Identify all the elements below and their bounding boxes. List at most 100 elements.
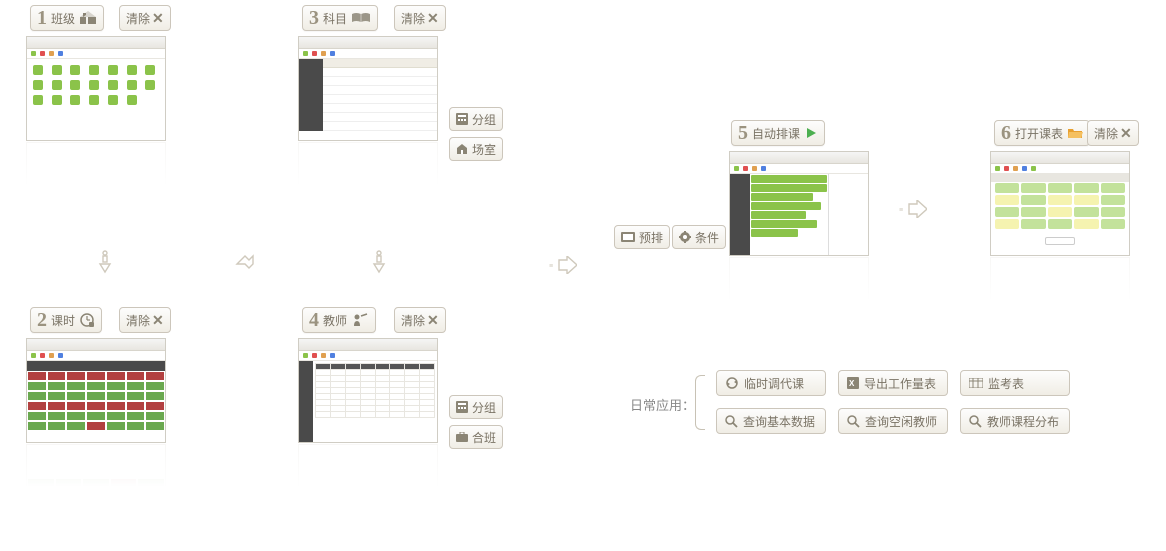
room-button[interactable]: 场室 — [449, 137, 503, 161]
calendar-icon — [621, 232, 635, 242]
step-1-number: 1 — [37, 7, 47, 30]
step-6-reflection — [990, 257, 1130, 317]
thumb-body — [299, 361, 437, 442]
step-2-reflection — [26, 444, 166, 504]
action-label: 导出工作量表 — [864, 375, 936, 392]
svg-text:≡: ≡ — [899, 207, 903, 214]
group-button[interactable]: 分组 — [449, 107, 503, 131]
gear-icon — [679, 231, 691, 243]
merge-class-button[interactable]: 合班 — [449, 425, 503, 449]
step-2-number: 2 — [37, 309, 47, 332]
search-icon — [725, 415, 738, 428]
calculator-icon — [456, 113, 468, 125]
thumb-body — [27, 59, 165, 140]
step-3-reflection — [298, 142, 438, 202]
step-3-number: 3 — [309, 7, 319, 30]
clock-icon — [79, 312, 95, 328]
preschedule-button[interactable]: 预排 — [614, 225, 670, 249]
svg-text:X: X — [849, 379, 855, 388]
thumb-toolbar — [730, 164, 868, 174]
teacher-course-dist-button[interactable]: 教师课程分布 — [960, 408, 1070, 434]
search-icon — [847, 415, 860, 428]
action-label: 临时调代课 — [744, 375, 804, 392]
step-4-reflection — [298, 444, 438, 504]
arrow-down-icon — [96, 250, 114, 274]
step-1-thumbnail[interactable] — [26, 36, 166, 141]
group-button-4[interactable]: 分组 — [449, 395, 503, 419]
close-icon: ✕ — [1120, 125, 1132, 142]
thumb-body — [27, 361, 165, 442]
group-label: 分组 — [472, 111, 496, 128]
query-free-teacher-button[interactable]: 查询空闲教师 — [838, 408, 948, 434]
search-icon — [969, 415, 982, 428]
condition-button[interactable]: 条件 — [672, 225, 726, 249]
close-icon: ✕ — [427, 10, 439, 27]
step-2-clear-button[interactable]: 清除 ✕ — [119, 307, 171, 333]
book-icon — [351, 12, 371, 24]
step-5-number: 5 — [738, 122, 748, 145]
group-label: 分组 — [472, 399, 496, 416]
clear-label: 清除 — [401, 312, 425, 329]
arrow-right-icon: ≡ — [549, 256, 577, 274]
close-icon: ✕ — [427, 312, 439, 329]
thumb-toolbar — [299, 351, 437, 361]
step-4-thumbnail[interactable] — [298, 338, 438, 443]
step-1-button[interactable]: 1 班级 — [30, 5, 104, 31]
thumb-toolbar — [27, 49, 165, 59]
export-workload-button[interactable]: X 导出工作量表 — [838, 370, 948, 396]
table-icon — [969, 378, 983, 388]
close-icon: ✕ — [152, 10, 164, 27]
refresh-icon — [725, 376, 739, 390]
thumb-titlebar — [27, 37, 165, 49]
step-5-label: 自动排课 — [752, 125, 800, 142]
calculator-icon — [456, 401, 468, 413]
step-6-thumbnail[interactable] — [990, 151, 1130, 256]
thumb-titlebar — [27, 339, 165, 351]
svg-text:≡: ≡ — [549, 263, 553, 270]
step-6-number: 6 — [1001, 122, 1011, 145]
step-3-thumbnail[interactable] — [298, 36, 438, 141]
exam-table-button[interactable]: 监考表 — [960, 370, 1070, 396]
bracket-icon — [695, 375, 705, 430]
step-1-reflection — [26, 142, 166, 202]
step-4-number: 4 — [309, 309, 319, 332]
step-5-thumbnail[interactable] — [729, 151, 869, 256]
step-2-thumbnail[interactable] — [26, 338, 166, 443]
step-1-clear-button[interactable]: 清除 ✕ — [119, 5, 171, 31]
step-4-label: 教师 — [323, 312, 347, 329]
step-3-label: 科目 — [323, 10, 347, 27]
step-6-button[interactable]: 6 打开课表 — [994, 120, 1090, 146]
step-2-label: 课时 — [51, 312, 75, 329]
thumb-body — [299, 59, 437, 140]
temp-substitute-button[interactable]: 临时调代课 — [716, 370, 826, 396]
query-basic-data-button[interactable]: 查询基本数据 — [716, 408, 826, 434]
briefcase-icon — [456, 432, 468, 442]
step-6-clear-button[interactable]: 清除 ✕ — [1087, 120, 1139, 146]
step-3-button[interactable]: 3 科目 — [302, 5, 378, 31]
step-5-button[interactable]: 5 自动排课 — [731, 120, 825, 146]
thumb-toolbar — [299, 49, 437, 59]
action-label: 查询空闲教师 — [865, 413, 937, 430]
step-1-label: 班级 — [51, 10, 75, 27]
step-4-button[interactable]: 4 教师 — [302, 307, 376, 333]
close-icon: ✕ — [152, 312, 164, 329]
thumb-toolbar — [991, 164, 1129, 174]
play-icon — [804, 126, 818, 140]
thumb-body — [991, 174, 1129, 255]
thumb-toolbar — [27, 351, 165, 361]
action-label: 监考表 — [988, 375, 1024, 392]
step-2-button[interactable]: 2 课时 — [30, 307, 102, 333]
arrow-right-icon: ≡ — [899, 200, 927, 218]
teacher-icon — [351, 313, 369, 327]
thumb-titlebar — [299, 37, 437, 49]
condition-label: 条件 — [695, 229, 719, 246]
house-icon — [79, 11, 97, 25]
daily-apps-label: 日常应用： — [630, 395, 695, 414]
action-label: 教师课程分布 — [987, 413, 1059, 430]
step-5-reflection — [729, 257, 869, 317]
step-3-clear-button[interactable]: 清除 ✕ — [394, 5, 446, 31]
step-4-clear-button[interactable]: 清除 ✕ — [394, 307, 446, 333]
clear-label: 清除 — [1094, 125, 1118, 142]
arrow-down-icon — [370, 250, 388, 274]
arrow-diag-icon — [233, 250, 257, 274]
